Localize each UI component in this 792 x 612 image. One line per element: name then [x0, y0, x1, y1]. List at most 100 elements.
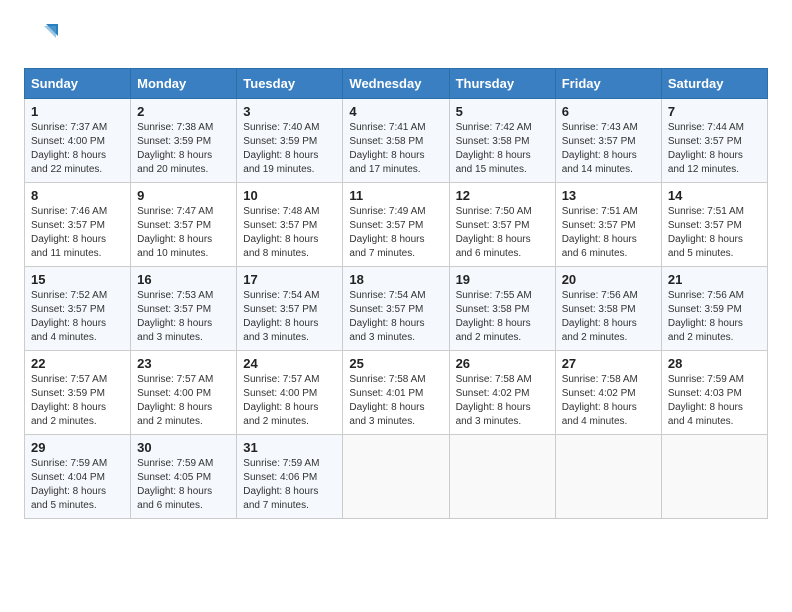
sunrise-label: Sunrise: 7:40 AM: [243, 122, 319, 133]
day-info: Sunrise: 7:57 AM Sunset: 4:00 PM Dayligh…: [137, 373, 230, 429]
day-number: 23: [137, 356, 230, 371]
sunset-label: Sunset: 3:57 PM: [137, 304, 211, 315]
day-number: 29: [31, 440, 124, 455]
daylight-label: Daylight: 8 hours and 2 minutes.: [562, 318, 637, 343]
weekday-header-friday: Friday: [555, 69, 661, 99]
day-number: 8: [31, 188, 124, 203]
sunrise-label: Sunrise: 7:56 AM: [668, 290, 744, 301]
daylight-label: Daylight: 8 hours and 10 minutes.: [137, 234, 212, 259]
sunset-label: Sunset: 3:59 PM: [137, 136, 211, 147]
daylight-label: Daylight: 8 hours and 8 minutes.: [243, 234, 318, 259]
sunrise-label: Sunrise: 7:57 AM: [243, 374, 319, 385]
daylight-label: Daylight: 8 hours and 2 minutes.: [456, 318, 531, 343]
sunset-label: Sunset: 3:58 PM: [349, 136, 423, 147]
day-number: 25: [349, 356, 442, 371]
sunset-label: Sunset: 3:59 PM: [668, 304, 742, 315]
sunset-label: Sunset: 3:57 PM: [137, 220, 211, 231]
calendar-cell: [343, 435, 449, 519]
sunset-label: Sunset: 3:58 PM: [456, 136, 530, 147]
calendar-cell: 13 Sunrise: 7:51 AM Sunset: 3:57 PM Dayl…: [555, 183, 661, 267]
sunrise-label: Sunrise: 7:42 AM: [456, 122, 532, 133]
day-number: 26: [456, 356, 549, 371]
day-number: 30: [137, 440, 230, 455]
day-number: 14: [668, 188, 761, 203]
calendar-cell: 6 Sunrise: 7:43 AM Sunset: 3:57 PM Dayli…: [555, 99, 661, 183]
day-info: Sunrise: 7:58 AM Sunset: 4:01 PM Dayligh…: [349, 373, 442, 429]
daylight-label: Daylight: 8 hours and 11 minutes.: [31, 234, 106, 259]
sunset-label: Sunset: 3:57 PM: [31, 304, 105, 315]
day-info: Sunrise: 7:59 AM Sunset: 4:05 PM Dayligh…: [137, 457, 230, 513]
calendar-week-row: 8 Sunrise: 7:46 AM Sunset: 3:57 PM Dayli…: [25, 183, 768, 267]
daylight-label: Daylight: 8 hours and 14 minutes.: [562, 150, 637, 175]
calendar-header: SundayMondayTuesdayWednesdayThursdayFrid…: [25, 69, 768, 99]
day-info: Sunrise: 7:59 AM Sunset: 4:04 PM Dayligh…: [31, 457, 124, 513]
calendar-cell: 22 Sunrise: 7:57 AM Sunset: 3:59 PM Dayl…: [25, 351, 131, 435]
day-number: 2: [137, 104, 230, 119]
day-number: 20: [562, 272, 655, 287]
calendar-cell: 30 Sunrise: 7:59 AM Sunset: 4:05 PM Dayl…: [131, 435, 237, 519]
sunrise-label: Sunrise: 7:48 AM: [243, 206, 319, 217]
day-number: 18: [349, 272, 442, 287]
sunrise-label: Sunrise: 7:54 AM: [349, 290, 425, 301]
daylight-label: Daylight: 8 hours and 19 minutes.: [243, 150, 318, 175]
calendar-cell: 20 Sunrise: 7:56 AM Sunset: 3:58 PM Dayl…: [555, 267, 661, 351]
sunset-label: Sunset: 4:00 PM: [137, 388, 211, 399]
day-number: 24: [243, 356, 336, 371]
calendar-week-row: 1 Sunrise: 7:37 AM Sunset: 4:00 PM Dayli…: [25, 99, 768, 183]
sunrise-label: Sunrise: 7:38 AM: [137, 122, 213, 133]
daylight-label: Daylight: 8 hours and 2 minutes.: [668, 318, 743, 343]
calendar-week-row: 29 Sunrise: 7:59 AM Sunset: 4:04 PM Dayl…: [25, 435, 768, 519]
day-info: Sunrise: 7:59 AM Sunset: 4:03 PM Dayligh…: [668, 373, 761, 429]
sunrise-label: Sunrise: 7:46 AM: [31, 206, 107, 217]
sunset-label: Sunset: 3:59 PM: [243, 136, 317, 147]
day-info: Sunrise: 7:37 AM Sunset: 4:00 PM Dayligh…: [31, 121, 124, 177]
daylight-label: Daylight: 8 hours and 3 minutes.: [349, 318, 424, 343]
sunrise-label: Sunrise: 7:41 AM: [349, 122, 425, 133]
calendar-cell: 3 Sunrise: 7:40 AM Sunset: 3:59 PM Dayli…: [237, 99, 343, 183]
day-number: 17: [243, 272, 336, 287]
sunrise-label: Sunrise: 7:59 AM: [31, 458, 107, 469]
daylight-label: Daylight: 8 hours and 4 minutes.: [668, 402, 743, 427]
day-number: 10: [243, 188, 336, 203]
day-info: Sunrise: 7:54 AM Sunset: 3:57 PM Dayligh…: [243, 289, 336, 345]
sunrise-label: Sunrise: 7:52 AM: [31, 290, 107, 301]
sunset-label: Sunset: 4:05 PM: [137, 472, 211, 483]
calendar-cell: 10 Sunrise: 7:48 AM Sunset: 3:57 PM Dayl…: [237, 183, 343, 267]
day-info: Sunrise: 7:40 AM Sunset: 3:59 PM Dayligh…: [243, 121, 336, 177]
daylight-label: Daylight: 8 hours and 22 minutes.: [31, 150, 106, 175]
sunrise-label: Sunrise: 7:58 AM: [456, 374, 532, 385]
sunrise-label: Sunrise: 7:58 AM: [349, 374, 425, 385]
day-info: Sunrise: 7:53 AM Sunset: 3:57 PM Dayligh…: [137, 289, 230, 345]
sunrise-label: Sunrise: 7:44 AM: [668, 122, 744, 133]
logo-icon: [24, 20, 60, 56]
sunrise-label: Sunrise: 7:37 AM: [31, 122, 107, 133]
calendar-cell: 18 Sunrise: 7:54 AM Sunset: 3:57 PM Dayl…: [343, 267, 449, 351]
daylight-label: Daylight: 8 hours and 6 minutes.: [456, 234, 531, 259]
calendar-body: 1 Sunrise: 7:37 AM Sunset: 4:00 PM Dayli…: [25, 99, 768, 519]
sunrise-label: Sunrise: 7:58 AM: [562, 374, 638, 385]
calendar-cell: 26 Sunrise: 7:58 AM Sunset: 4:02 PM Dayl…: [449, 351, 555, 435]
day-number: 15: [31, 272, 124, 287]
day-info: Sunrise: 7:58 AM Sunset: 4:02 PM Dayligh…: [456, 373, 549, 429]
sunset-label: Sunset: 4:03 PM: [668, 388, 742, 399]
calendar-cell: 19 Sunrise: 7:55 AM Sunset: 3:58 PM Dayl…: [449, 267, 555, 351]
day-info: Sunrise: 7:43 AM Sunset: 3:57 PM Dayligh…: [562, 121, 655, 177]
daylight-label: Daylight: 8 hours and 4 minutes.: [31, 318, 106, 343]
calendar-cell: [661, 435, 767, 519]
sunset-label: Sunset: 3:57 PM: [349, 220, 423, 231]
day-number: 7: [668, 104, 761, 119]
sunrise-label: Sunrise: 7:55 AM: [456, 290, 532, 301]
day-info: Sunrise: 7:59 AM Sunset: 4:06 PM Dayligh…: [243, 457, 336, 513]
day-number: 4: [349, 104, 442, 119]
day-info: Sunrise: 7:51 AM Sunset: 3:57 PM Dayligh…: [668, 205, 761, 261]
calendar-cell: 28 Sunrise: 7:59 AM Sunset: 4:03 PM Dayl…: [661, 351, 767, 435]
calendar-cell: 7 Sunrise: 7:44 AM Sunset: 3:57 PM Dayli…: [661, 99, 767, 183]
daylight-label: Daylight: 8 hours and 5 minutes.: [31, 486, 106, 511]
sunset-label: Sunset: 3:57 PM: [456, 220, 530, 231]
sunrise-label: Sunrise: 7:53 AM: [137, 290, 213, 301]
day-number: 21: [668, 272, 761, 287]
calendar-cell: 4 Sunrise: 7:41 AM Sunset: 3:58 PM Dayli…: [343, 99, 449, 183]
sunset-label: Sunset: 3:57 PM: [668, 220, 742, 231]
sunset-label: Sunset: 3:57 PM: [243, 220, 317, 231]
weekday-header-tuesday: Tuesday: [237, 69, 343, 99]
